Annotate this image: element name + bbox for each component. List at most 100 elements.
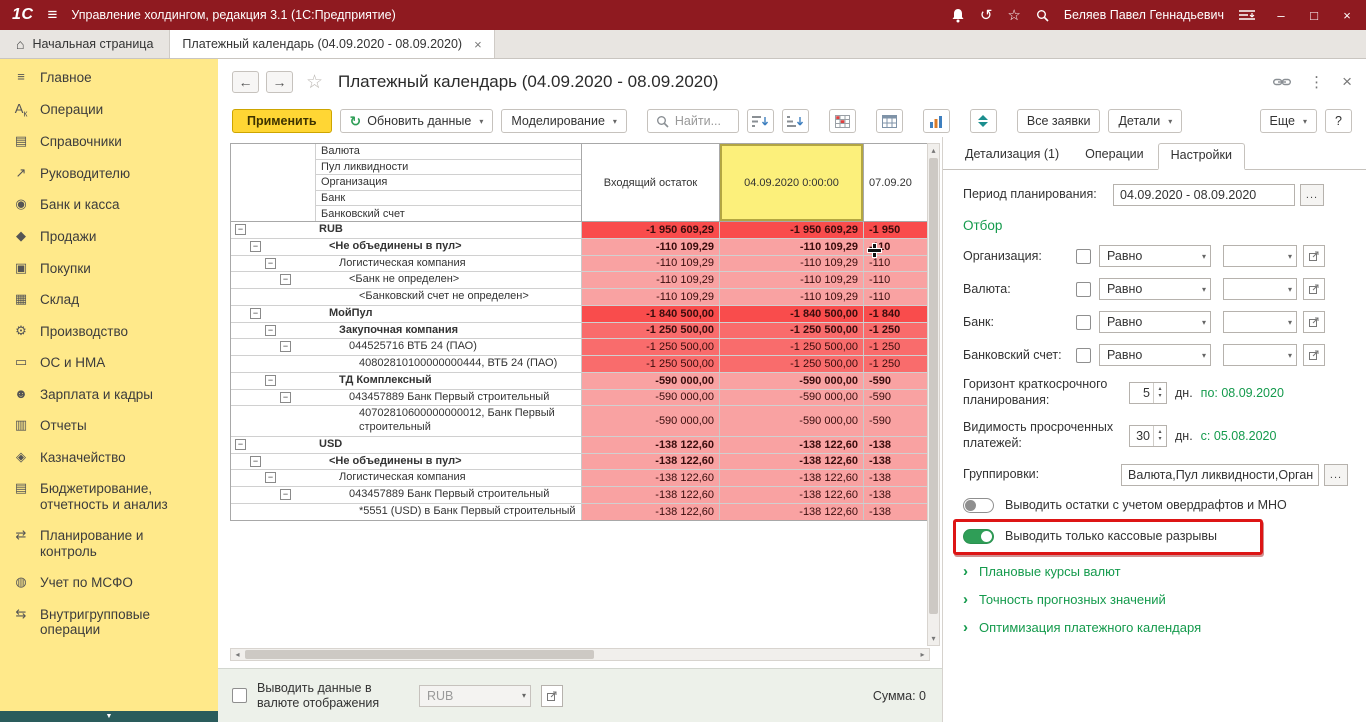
cell-value[interactable]: -138 122,60 [719,436,863,453]
collapse-toggle-icon[interactable]: − [235,224,246,235]
horizontal-scrollbar[interactable]: ◂ ▸ [230,648,930,661]
grouping-level-header[interactable]: Организация [315,175,581,191]
vertical-scrollbar[interactable]: ▴ ▾ [927,143,940,646]
table-row[interactable]: − Закупочная компания -1 250 500,00 -1 250 … [231,322,931,340]
cell-value[interactable]: -138 122,60 [719,453,863,470]
cell-value[interactable]: -138 [863,436,931,453]
sidebar-item-14[interactable]: ▤ Бюджетирование, отчетность и анализ [0,473,218,520]
filter-use-checkbox[interactable] [1076,314,1091,330]
tab-close-icon[interactable]: × [474,37,482,52]
filter-op-select[interactable]: Равно ▾ [1099,344,1211,366]
cell-value[interactable]: -138 [863,503,931,520]
history-icon[interactable]: ↺ [980,8,993,23]
cell-value[interactable]: -590 000,00 [581,372,719,389]
collapse-toggle-icon[interactable]: − [250,240,261,252]
cell-value[interactable]: -138 122,60 [581,436,719,453]
overdraft-toggle[interactable] [963,497,994,513]
table-row[interactable]: − <Не объединены в пул> -138 122,60 -138 12… [231,453,931,471]
currency-open-button[interactable] [541,684,563,707]
cell-value[interactable]: -1 250 500,00 [719,339,863,355]
grouping-level-header[interactable]: Валюта [315,144,581,160]
cell-value[interactable]: -138 122,60 [581,503,719,520]
collapse-toggle-icon[interactable]: − [280,391,291,403]
collapse-toggle-icon[interactable]: − [250,455,261,467]
scroll-right-icon[interactable]: ▸ [916,649,929,660]
section-expander[interactable]: › Оптимизация платежного календаря [963,620,1358,635]
filter-value-select[interactable]: ▾ [1223,245,1297,267]
collapse-toggle-icon[interactable]: − [265,374,276,386]
cell-value[interactable]: -1 950 609,29 [581,222,719,238]
sidebar-item-7[interactable]: ▣ Покупки [0,253,218,285]
tab-operations[interactable]: Операции [1073,143,1155,169]
cell-value[interactable]: -110 109,29 [581,238,719,255]
filter-value-select[interactable]: ▾ [1223,278,1297,300]
cell-value[interactable]: -590 000,00 [719,389,863,406]
overdue-date-link[interactable]: с: 05.08.2020 [1201,429,1277,443]
cell-value[interactable]: -138 122,60 [719,487,863,503]
collapse-toggle-icon[interactable]: − [265,257,276,269]
collapse-toggle-icon[interactable]: − [235,438,246,450]
favorites-star-icon[interactable]: ☆ [1007,8,1020,23]
cell-value[interactable]: -1 250 500,00 [581,356,719,372]
period-choose-button[interactable]: ... [1300,184,1324,206]
refresh-data-button[interactable]: ↻ Обновить данные ▾ [339,109,494,133]
find-input[interactable]: Найти... [646,109,739,133]
cell-value[interactable]: -1 250 500,00 [719,356,863,372]
cell-value[interactable]: -590 [863,372,931,389]
table-row[interactable]: − Логистическая компания -138 122,60 -138 1… [231,470,931,487]
cell-value[interactable]: -110 109,29 [581,255,719,272]
cell-value[interactable]: -1 250 500,00 [719,322,863,339]
section-expander[interactable]: › Точность прогнозных значений [963,592,1358,607]
nav-back-button[interactable]: ← [232,71,259,93]
table-row[interactable]: − <Не объединены в пул> -110 109,29 -110 10… [231,238,931,256]
cell-value[interactable]: -138 122,60 [719,503,863,520]
spinner-arrows-icon[interactable]: ▴ ▾ [1153,425,1166,446]
sidebar-item-15[interactable]: ⇄ Планирование и контроль [0,520,218,567]
column-header-incoming-balance[interactable]: Входящий остаток [581,144,719,221]
cell-value[interactable]: -1 250 500,00 [581,322,719,339]
cell-value[interactable]: -590 [863,389,931,406]
sidebar-item-12[interactable]: ▥ Отчеты [0,410,218,442]
filter-use-checkbox[interactable] [1076,281,1091,297]
collapse-toggle-icon[interactable]: − [250,307,261,319]
collapse-toggle-icon[interactable]: − [265,324,276,336]
table-row[interactable]: <Банковский счет не определен> -110 109,2… [231,289,931,306]
table-row[interactable]: 40802810100000000444, ВТБ 24 (ПАО) -1 250… [231,356,931,373]
copy-link-icon[interactable] [1273,77,1292,87]
cell-value[interactable]: -1 840 500,00 [719,305,863,322]
table-row[interactable]: − МойПул -1 840 500,00 -1 840 500,00 -1 840 [231,305,931,323]
table-row[interactable]: − USD -138 122,60 -138 122,60 -138 [231,436,931,454]
scroll-left-icon[interactable]: ◂ [231,649,244,660]
notifications-bell-icon[interactable] [951,8,965,23]
filter-op-select[interactable]: Равно ▾ [1099,311,1211,333]
table-row[interactable]: 40702810600000000012, Банк Первый строит… [231,406,931,437]
table-row[interactable]: *5551 (USD) в Банк Первый строительный -1… [231,503,931,520]
period-input[interactable]: 04.09.2020 - 08.09.2020 [1113,184,1295,206]
sidebar-item-13[interactable]: ◈ Казначейство [0,442,218,474]
filter-open-button[interactable] [1303,311,1325,333]
collapse-toggle-icon[interactable]: − [280,489,291,500]
filter-use-checkbox[interactable] [1076,347,1091,363]
grouping-level-header[interactable]: Пул ликвидности [315,159,581,176]
current-user[interactable]: Беляев Павел Геннадьевич [1064,8,1224,22]
cash-gaps-toggle[interactable] [963,528,994,544]
spinner-arrows-icon[interactable]: ▴ ▾ [1153,382,1166,403]
table-row[interactable]: −044525716 ВТБ 24 (ПАО) -1 250 500,00 -1 2… [231,339,931,356]
grouping-level-header[interactable]: Банк [315,190,581,207]
scrollbar-thumb[interactable] [245,650,595,659]
collapse-toggle-icon[interactable]: − [265,472,276,484]
expand-collapse-levels-button[interactable] [969,109,997,133]
cell-value[interactable]: -110 109,29 [719,238,863,255]
cell-value[interactable]: -138 [863,487,931,503]
all-requests-button[interactable]: Все заявки [1016,109,1101,133]
main-menu-icon[interactable]: ≡ [47,5,57,25]
scroll-up-icon[interactable]: ▴ [928,144,939,157]
form-more-menu-icon[interactable]: ⋮ [1309,73,1324,91]
help-button[interactable]: ? [1325,109,1352,133]
filter-open-button[interactable] [1303,245,1325,267]
more-button[interactable]: Еще ▾ [1259,109,1317,133]
table-row[interactable]: − RUB -1 950 609,29 -1 950 609,29 -1 950 [231,222,931,239]
display-currency-checkbox[interactable] [232,688,247,703]
filter-open-button[interactable] [1303,344,1325,366]
grouping-choose-button[interactable]: ... [1324,463,1348,486]
